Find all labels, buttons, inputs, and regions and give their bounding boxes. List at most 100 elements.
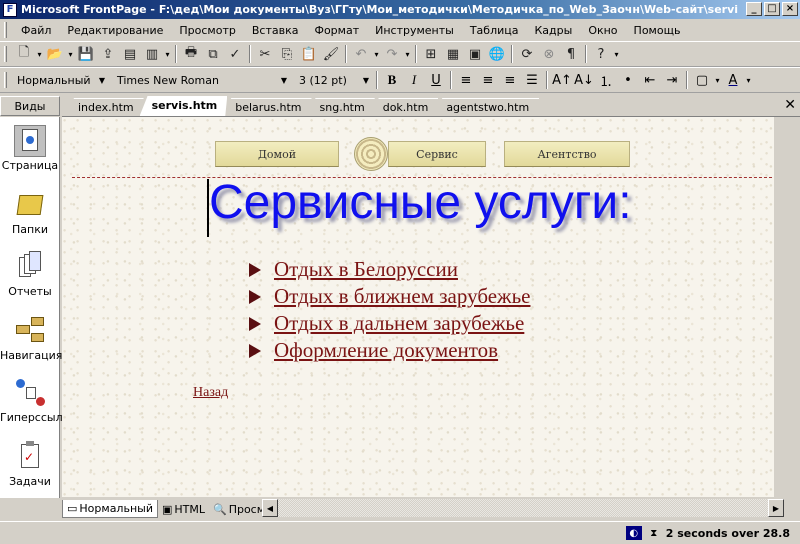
open-dropdown-icon[interactable]: ▾	[66, 50, 75, 59]
view-folders[interactable]: Папки	[0, 189, 60, 236]
reports-icon	[14, 251, 46, 283]
list-item: Отдых в дальнем зарубежье	[248, 310, 530, 337]
menu-frames[interactable]: Кадры	[526, 22, 580, 39]
bold-icon[interactable]: B	[381, 69, 403, 91]
spelling-icon[interactable]: ✓	[224, 43, 246, 65]
minimize-button[interactable]: _	[746, 2, 762, 16]
decrease-indent-icon[interactable]: ⇤	[639, 69, 661, 91]
web-publish-icon[interactable]: ⇪	[97, 43, 119, 65]
refresh-icon[interactable]: ⟳	[516, 43, 538, 65]
align-right-icon[interactable]: ≡	[499, 69, 521, 91]
menu-view[interactable]: Просмотр	[171, 22, 243, 39]
view-page[interactable]: Страница	[0, 125, 60, 172]
menu-insert[interactable]: Вставка	[244, 22, 307, 39]
redo-icon[interactable]: ↷	[381, 43, 403, 65]
style-select[interactable]: Нормальный ▼	[13, 70, 109, 90]
copy-icon[interactable]: ⎘	[276, 43, 298, 65]
underline-icon[interactable]: U	[425, 69, 447, 91]
views-bar-icon[interactable]: ▥	[141, 43, 163, 65]
folder-list-icon[interactable]: ▤	[119, 43, 141, 65]
tab-servis[interactable]: servis.htm	[140, 96, 228, 116]
print-icon[interactable]: 🖶	[180, 43, 202, 65]
bullets-icon[interactable]: •	[617, 69, 639, 91]
toolbar-options-icon[interactable]: ▾	[612, 50, 621, 59]
borders-dropdown-icon[interactable]: ▾	[713, 76, 722, 85]
font-color-dropdown-icon[interactable]: ▾	[744, 76, 753, 85]
view-hyperlinks[interactable]: Гиперссылк	[0, 377, 69, 424]
menu-tools[interactable]: Инструменты	[367, 22, 462, 39]
save-icon[interactable]: 💾	[75, 43, 97, 65]
nav-button-home[interactable]: Домой	[215, 141, 339, 167]
view-navigation[interactable]: Навигация	[0, 315, 62, 362]
folder-icon	[14, 189, 46, 221]
vertical-scrollbar[interactable]	[774, 117, 800, 497]
font-size-select[interactable]: 3 (12 pt) ▼	[295, 70, 373, 90]
align-center-icon[interactable]: ≡	[477, 69, 499, 91]
link-near-abroad[interactable]: Отдых в ближнем зарубежье	[274, 284, 530, 309]
tab-belarus[interactable]: belarus.htm	[223, 98, 311, 116]
undo-icon[interactable]: ↶	[350, 43, 372, 65]
scroll-track[interactable]	[278, 499, 768, 517]
tab-sng[interactable]: sng.htm	[308, 98, 375, 116]
tab-index[interactable]: index.htm	[66, 98, 144, 116]
new-page-icon[interactable]: 🗋	[13, 43, 35, 65]
view-tasks[interactable]: ✓ Задачи	[0, 441, 60, 488]
mode-tab-html[interactable]: ▣ HTML	[158, 501, 209, 518]
format-painter-icon[interactable]: 🖌	[320, 43, 342, 65]
maximize-button[interactable]: □	[764, 2, 780, 16]
formatting-toolbar: Нормальный ▼ Times New Roman ▼ 3 (12 pt) ▼ …	[0, 67, 800, 93]
paste-icon[interactable]: 📋	[298, 43, 320, 65]
page-canvas[interactable]: Домой Сервис Агентство Сервисные услуги:…	[62, 117, 774, 497]
close-button[interactable]: ×	[782, 2, 798, 16]
nav-button-agency[interactable]: Агентство	[504, 141, 630, 167]
separator	[249, 45, 251, 63]
menu-table[interactable]: Таблица	[462, 22, 527, 39]
decrease-font-icon[interactable]: A↓	[573, 69, 595, 91]
tab-dok[interactable]: dok.htm	[371, 98, 439, 116]
align-left-icon[interactable]: ≡	[455, 69, 477, 91]
help-icon[interactable]: ?	[590, 43, 612, 65]
nav-button-service[interactable]: Сервис	[388, 141, 486, 167]
view-reports[interactable]: Отчеты	[0, 251, 60, 298]
numbering-icon[interactable]: ⒈	[595, 69, 617, 91]
link-far-abroad[interactable]: Отдых в дальнем зарубежье	[274, 311, 524, 336]
insert-component-icon[interactable]: ⊞	[420, 43, 442, 65]
show-all-icon[interactable]: ¶	[560, 43, 582, 65]
borders-icon[interactable]: ▢	[691, 69, 713, 91]
menu-format[interactable]: Формат	[306, 22, 367, 39]
menu-file[interactable]: Файл	[13, 22, 59, 39]
increase-indent-icon[interactable]: ⇥	[661, 69, 683, 91]
menu-help[interactable]: Помощь	[626, 22, 689, 39]
views-dropdown-icon[interactable]: ▾	[163, 50, 172, 59]
view-folders-label: Папки	[12, 223, 48, 236]
separator	[345, 45, 347, 63]
menu-window[interactable]: Окно	[580, 22, 625, 39]
insert-picture-icon[interactable]: ▣	[464, 43, 486, 65]
font-color-icon[interactable]: A	[722, 69, 744, 91]
stop-icon[interactable]: ⊗	[538, 43, 560, 65]
increase-font-icon[interactable]: A↑	[551, 69, 573, 91]
italic-icon[interactable]: I	[403, 69, 425, 91]
horizontal-scrollbar[interactable]: ◀ ▶	[262, 498, 784, 518]
new-dropdown-icon[interactable]: ▾	[35, 50, 44, 59]
link-documents[interactable]: Оформление документов	[274, 338, 498, 363]
link-belarus[interactable]: Отдых в Белоруссии	[274, 257, 458, 282]
justify-icon[interactable]: ☰	[521, 69, 543, 91]
mode-tab-normal[interactable]: ▭ Нормальный	[62, 500, 158, 518]
scroll-left-icon[interactable]: ◀	[262, 499, 278, 517]
undo-dropdown-icon[interactable]: ▾	[372, 50, 381, 59]
tab-agentstwo[interactable]: agentstwo.htm	[434, 98, 539, 116]
insert-hyperlink-icon[interactable]: 🌐	[486, 43, 508, 65]
menu-edit[interactable]: Редактирование	[59, 22, 171, 39]
font-select[interactable]: Times New Roman ▼	[113, 70, 291, 90]
scroll-right-icon[interactable]: ▶	[768, 499, 784, 517]
back-link[interactable]: Назад	[193, 385, 228, 401]
redo-dropdown-icon[interactable]: ▾	[403, 50, 412, 59]
list-item: Отдых в Белоруссии	[248, 256, 530, 283]
open-icon[interactable]: 📂	[44, 43, 66, 65]
close-document-icon[interactable]: ✕	[784, 97, 796, 113]
preview-in-browser-icon[interactable]: ⧉	[202, 43, 224, 65]
bullet-arrow-icon	[248, 343, 262, 358]
insert-table-icon[interactable]: ▦	[442, 43, 464, 65]
cut-icon[interactable]: ✂	[254, 43, 276, 65]
